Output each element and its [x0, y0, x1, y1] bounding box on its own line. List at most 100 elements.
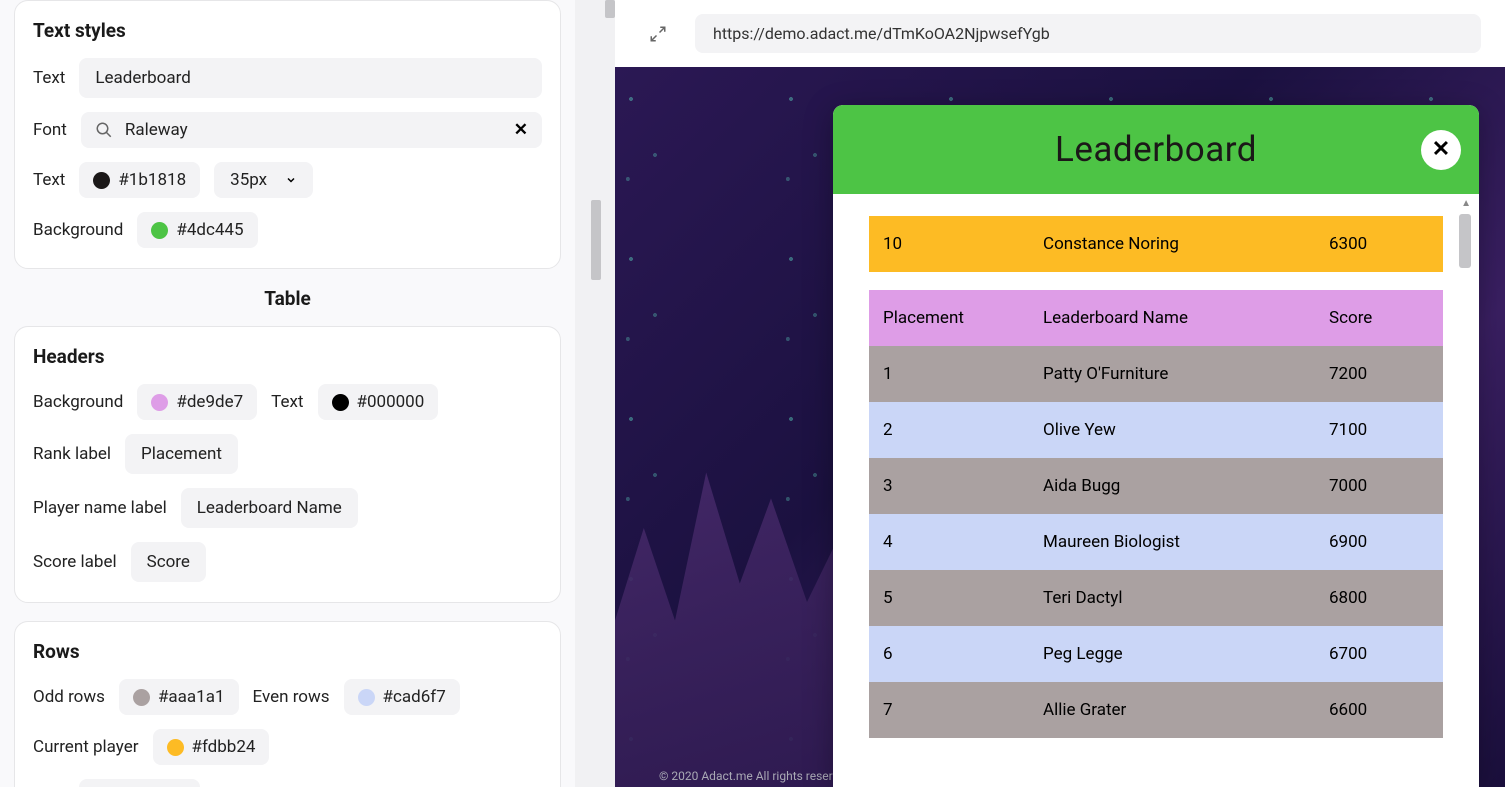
font-size-value: 35px: [230, 170, 267, 190]
leaderboard-header: Leaderboard ✕: [833, 105, 1479, 194]
name-cell: Allie Grater: [1043, 700, 1329, 720]
rank-label-label: Rank label: [33, 444, 111, 464]
chevron-down-icon: [285, 174, 297, 186]
table-row: 6 Peg Legge 6700: [869, 626, 1443, 682]
current-player-label: Current player: [33, 737, 139, 757]
copyright-text: © 2020 Adact.me All rights reserved.: [659, 769, 855, 783]
header-text-label: Text: [271, 392, 303, 412]
rank-cell: 3: [883, 476, 1043, 496]
text-styles-card: Text styles Text Leaderboard Font Ralewa…: [14, 0, 561, 269]
name-cell: Olive Yew: [1043, 420, 1329, 440]
odd-rows-label: Odd rows: [33, 687, 105, 707]
title-text-input[interactable]: Leaderboard: [79, 58, 542, 98]
current-player-color-picker[interactable]: #fdbb24: [153, 729, 270, 765]
rank-label-input[interactable]: Placement: [125, 434, 238, 474]
color-swatch-icon: [358, 689, 375, 706]
clear-font-icon[interactable]: ✕: [514, 120, 528, 140]
scrollbar-thumb[interactable]: [1459, 214, 1471, 268]
name-cell: Aida Bugg: [1043, 476, 1329, 496]
preview-panel: https://demo.adact.me/dTmKoOA2NjpwsefYgb…: [615, 0, 1505, 787]
player-name-label-input[interactable]: Leaderboard Name: [181, 488, 358, 528]
rank-cell: 10: [883, 234, 1043, 254]
headers-title: Headers: [33, 345, 542, 368]
current-player-row: 10 Constance Noring 6300: [869, 216, 1443, 272]
rank-cell: 2: [883, 420, 1043, 440]
score-cell: 6300: [1329, 234, 1429, 254]
table-section-title: Table: [14, 287, 561, 310]
name-cell: Constance Noring: [1043, 234, 1329, 254]
table-row: 7 Allie Grater 6600: [869, 682, 1443, 738]
headers-card: Headers Background #de9de7 Text #000000 …: [14, 326, 561, 603]
color-swatch-icon: [133, 689, 150, 706]
text-label: Text: [33, 68, 65, 88]
score-cell: 6900: [1329, 532, 1429, 552]
score-cell: 6700: [1329, 644, 1429, 664]
leaderboard-header-row: Placement Leaderboard Name Score: [869, 290, 1443, 346]
header-bg-label: Background: [33, 392, 123, 412]
table-row: 4 Maureen Biologist 6900: [869, 514, 1443, 570]
rank-cell: 7: [883, 700, 1043, 720]
even-rows-color-picker[interactable]: #cad6f7: [344, 679, 460, 715]
name-cell: Peg Legge: [1043, 644, 1329, 664]
table-row: 5 Teri Dactyl 6800: [869, 570, 1443, 626]
name-cell: Patty O'Furniture: [1043, 364, 1329, 384]
score-cell: 6600: [1329, 700, 1429, 720]
font-value: Raleway: [125, 120, 502, 140]
rank-cell: 6: [883, 644, 1043, 664]
url-bar: https://demo.adact.me/dTmKoOA2NjpwsefYgb: [615, 0, 1505, 67]
text-styles-title: Text styles: [33, 19, 542, 42]
score-header: Score: [1329, 308, 1429, 328]
color-swatch-icon: [167, 739, 184, 756]
text-color-label: Text: [33, 170, 65, 190]
rows-card: Rows Odd rows #aaa1a1 Even rows #cad6f7 …: [14, 621, 561, 787]
color-swatch-icon: [93, 172, 110, 189]
score-cell: 7200: [1329, 364, 1429, 384]
leaderboard-modal: Leaderboard ✕ ▲ 10 Constance Noring 6300: [833, 105, 1479, 787]
font-size-select[interactable]: 35px: [214, 162, 313, 198]
rank-header: Placement: [883, 308, 1043, 328]
header-text-color-picker[interactable]: #000000: [318, 384, 439, 420]
score-label-input[interactable]: Score: [131, 542, 206, 582]
expand-icon[interactable]: [649, 25, 667, 43]
table-row: 1 Patty O'Furniture 7200: [869, 346, 1443, 402]
score-label-label: Score label: [33, 552, 117, 572]
preview-url-input[interactable]: https://demo.adact.me/dTmKoOA2NjpwsefYgb: [695, 14, 1481, 53]
rank-cell: 5: [883, 588, 1043, 608]
search-icon: [95, 121, 113, 139]
preview-stage: © 2020 Adact.me All rights reserved. Ter…: [615, 67, 1505, 787]
settings-panel: Text styles Text Leaderboard Font Ralewa…: [0, 0, 575, 787]
table-row: 2 Olive Yew 7100: [869, 402, 1443, 458]
background-label: Background: [33, 220, 123, 240]
title-bg-color-picker[interactable]: #4dc445: [137, 212, 257, 248]
score-cell: 6800: [1329, 588, 1429, 608]
table-row: 3 Aida Bugg 7000: [869, 458, 1443, 514]
rank-cell: 1: [883, 364, 1043, 384]
name-cell: Maureen Biologist: [1043, 532, 1329, 552]
player-name-label-label: Player name label: [33, 498, 167, 518]
score-cell: 7000: [1329, 476, 1429, 496]
title-bg-value: #4dc445: [176, 220, 243, 240]
name-cell: Teri Dactyl: [1043, 588, 1329, 608]
rows-title: Rows: [33, 640, 542, 663]
even-rows-label: Even rows: [253, 687, 330, 707]
header-bg-picker[interactable]: #de9de7: [137, 384, 257, 420]
scrollbar-up-arrow[interactable]: ▲: [1461, 198, 1471, 209]
leaderboard-body[interactable]: ▲ 10 Constance Noring 6300 Placement Lea…: [833, 194, 1479, 787]
panel-divider[interactable]: [575, 0, 615, 787]
score-cell: 7100: [1329, 420, 1429, 440]
odd-rows-color-picker[interactable]: #aaa1a1: [119, 679, 239, 715]
color-swatch-icon: [151, 222, 168, 239]
name-header: Leaderboard Name: [1043, 308, 1329, 328]
leaderboard-title: Leaderboard: [853, 129, 1459, 170]
font-label: Font: [33, 120, 67, 140]
row-text-color-picker[interactable]: #000000: [79, 779, 200, 787]
close-button[interactable]: ✕: [1421, 130, 1461, 170]
color-swatch-icon: [151, 394, 168, 411]
text-color-value: #1b1818: [118, 170, 186, 190]
font-picker[interactable]: Raleway ✕: [81, 112, 542, 148]
text-color-picker[interactable]: #1b1818: [79, 162, 200, 198]
rank-cell: 4: [883, 532, 1043, 552]
background-mountains: [615, 417, 855, 787]
color-swatch-icon: [332, 394, 349, 411]
close-icon: ✕: [1432, 137, 1450, 162]
